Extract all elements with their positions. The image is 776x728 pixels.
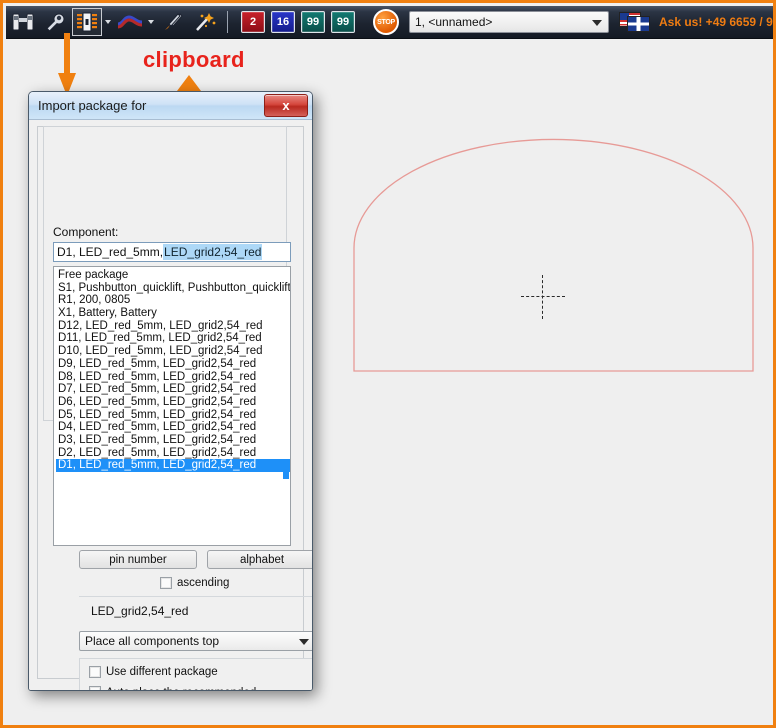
list-item[interactable]: S1, Pushbutton_quicklift, Pushbutton_qui… xyxy=(56,282,290,295)
stop-icon[interactable]: STOP xyxy=(373,9,399,35)
list-item[interactable]: D5, LED_red_5mm, LED_grid2,54_red xyxy=(56,409,290,422)
project-combo[interactable]: 1, <unnamed> xyxy=(409,11,609,33)
list-item[interactable]: D11, LED_red_5mm, LED_grid2,54_red xyxy=(56,332,290,345)
close-icon[interactable]: x xyxy=(264,94,308,117)
pcb-board-outline xyxy=(353,138,754,372)
list-item[interactable]: R1, 200, 0805 xyxy=(56,294,290,307)
traces-icon[interactable] xyxy=(115,8,145,36)
ic-chip-icon[interactable] xyxy=(72,8,102,36)
auto-place-row[interactable]: Auto place the recommended package direc… xyxy=(89,686,271,690)
dialog-titlebar[interactable]: Import package for x xyxy=(29,92,312,120)
list-item[interactable]: D4, LED_red_5mm, LED_grid2,54_red xyxy=(56,421,290,434)
listbox-scroll-thumb[interactable] xyxy=(283,467,289,479)
sort-alphabet-button[interactable]: alphabet xyxy=(207,550,312,569)
place-components-combo[interactable]: Place all components top xyxy=(79,631,312,651)
component-value-prefix: D1, LED_red_5mm, xyxy=(57,245,164,259)
uk-flag-icon xyxy=(627,16,650,32)
language-flags-icon[interactable] xyxy=(619,12,651,32)
auto-place-label: Auto place the recommended package direc… xyxy=(106,686,271,690)
list-item[interactable]: D7, LED_red_5mm, LED_grid2,54_red xyxy=(56,383,290,396)
divider xyxy=(79,596,312,597)
app-window: 2 16 99 99 STOP 1, <unnamed> Ask us! +49… xyxy=(0,0,776,728)
component-value-selected: LED_grid2,54_red xyxy=(163,244,263,260)
binoculars-icon[interactable] xyxy=(8,8,38,36)
list-item[interactable]: X1, Battery, Battery xyxy=(56,307,290,320)
crosshair-vertical xyxy=(542,275,543,319)
selected-package-name: LED_grid2,54_red xyxy=(91,604,189,618)
list-item[interactable]: D8, LED_red_5mm, LED_grid2,54_red xyxy=(56,371,290,384)
package-listbox[interactable]: Free package S1, Pushbutton_quicklift, P… xyxy=(53,266,291,546)
wrench-icon[interactable] xyxy=(40,8,70,36)
magic-wand-icon[interactable] xyxy=(190,8,220,36)
main-toolbar: 2 16 99 99 STOP 1, <unnamed> Ask us! +49… xyxy=(6,6,773,39)
list-item-selected[interactable]: D1, LED_red_5mm, LED_grid2,54_red xyxy=(56,459,290,472)
chevron-down-icon[interactable] xyxy=(299,639,309,645)
crosshair-horizontal xyxy=(521,296,565,297)
toolbar-separator xyxy=(227,11,228,33)
badge-99-b[interactable]: 99 xyxy=(331,11,355,33)
list-item[interactable]: D6, LED_red_5mm, LED_grid2,54_red xyxy=(56,396,290,409)
pcb-canvas[interactable] xyxy=(323,43,773,725)
arrow-head xyxy=(177,75,201,91)
component-input[interactable]: D1, LED_red_5mm, LED_grid2,54_red xyxy=(53,242,291,262)
ascending-label: ascending xyxy=(177,577,230,589)
badge-grid-16[interactable]: 16 xyxy=(271,11,295,33)
project-combo-value: 1, <unnamed> xyxy=(415,15,493,29)
list-item[interactable]: D3, LED_red_5mm, LED_grid2,54_red xyxy=(56,434,290,447)
component-label: Component: xyxy=(53,225,119,239)
list-item[interactable]: D9, LED_red_5mm, LED_grid2,54_red xyxy=(56,358,290,371)
use-different-package-label: Use different package xyxy=(106,666,218,678)
auto-place-checkbox[interactable] xyxy=(89,686,101,690)
auto-place-line1: Auto place the recommended xyxy=(106,687,256,690)
badge-layer-count[interactable]: 2 xyxy=(241,11,265,33)
list-item[interactable]: D2, LED_red_5mm, LED_grid2,54_red xyxy=(56,447,290,460)
list-item[interactable]: D10, LED_red_5mm, LED_grid2,54_red xyxy=(56,345,290,358)
ask-us-text: Ask us! +49 6659 / 919 444 xyxy=(659,15,773,29)
badge-99-a[interactable]: 99 xyxy=(301,11,325,33)
ic-chip-dropdown-caret-icon[interactable] xyxy=(102,8,113,36)
list-item[interactable]: Free package xyxy=(56,269,290,282)
import-package-dialog: Import package for x Component: D1, LED_… xyxy=(28,91,313,691)
ascending-checkbox-row[interactable]: ascending xyxy=(160,577,229,589)
list-item[interactable]: D12, LED_red_5mm, LED_grid2,54_red xyxy=(56,320,290,333)
arrow-shaft xyxy=(64,33,70,75)
chevron-down-icon[interactable] xyxy=(592,20,602,26)
use-different-package-row[interactable]: Use different package xyxy=(89,666,218,678)
place-components-value: Place all components top xyxy=(85,634,220,648)
annotation-clipboard-label: clipboard xyxy=(143,47,245,72)
crosshair-cursor-icon xyxy=(521,275,565,319)
ascending-checkbox[interactable] xyxy=(160,577,172,589)
use-different-package-checkbox[interactable] xyxy=(89,666,101,678)
traces-dropdown-caret-icon[interactable] xyxy=(145,8,156,36)
annotation-arrow-to-toolbar-icon xyxy=(58,33,76,97)
dialog-title: Import package for xyxy=(38,98,147,113)
tweezers-icon[interactable] xyxy=(158,8,188,36)
sort-pin-number-button[interactable]: pin number xyxy=(79,550,197,569)
